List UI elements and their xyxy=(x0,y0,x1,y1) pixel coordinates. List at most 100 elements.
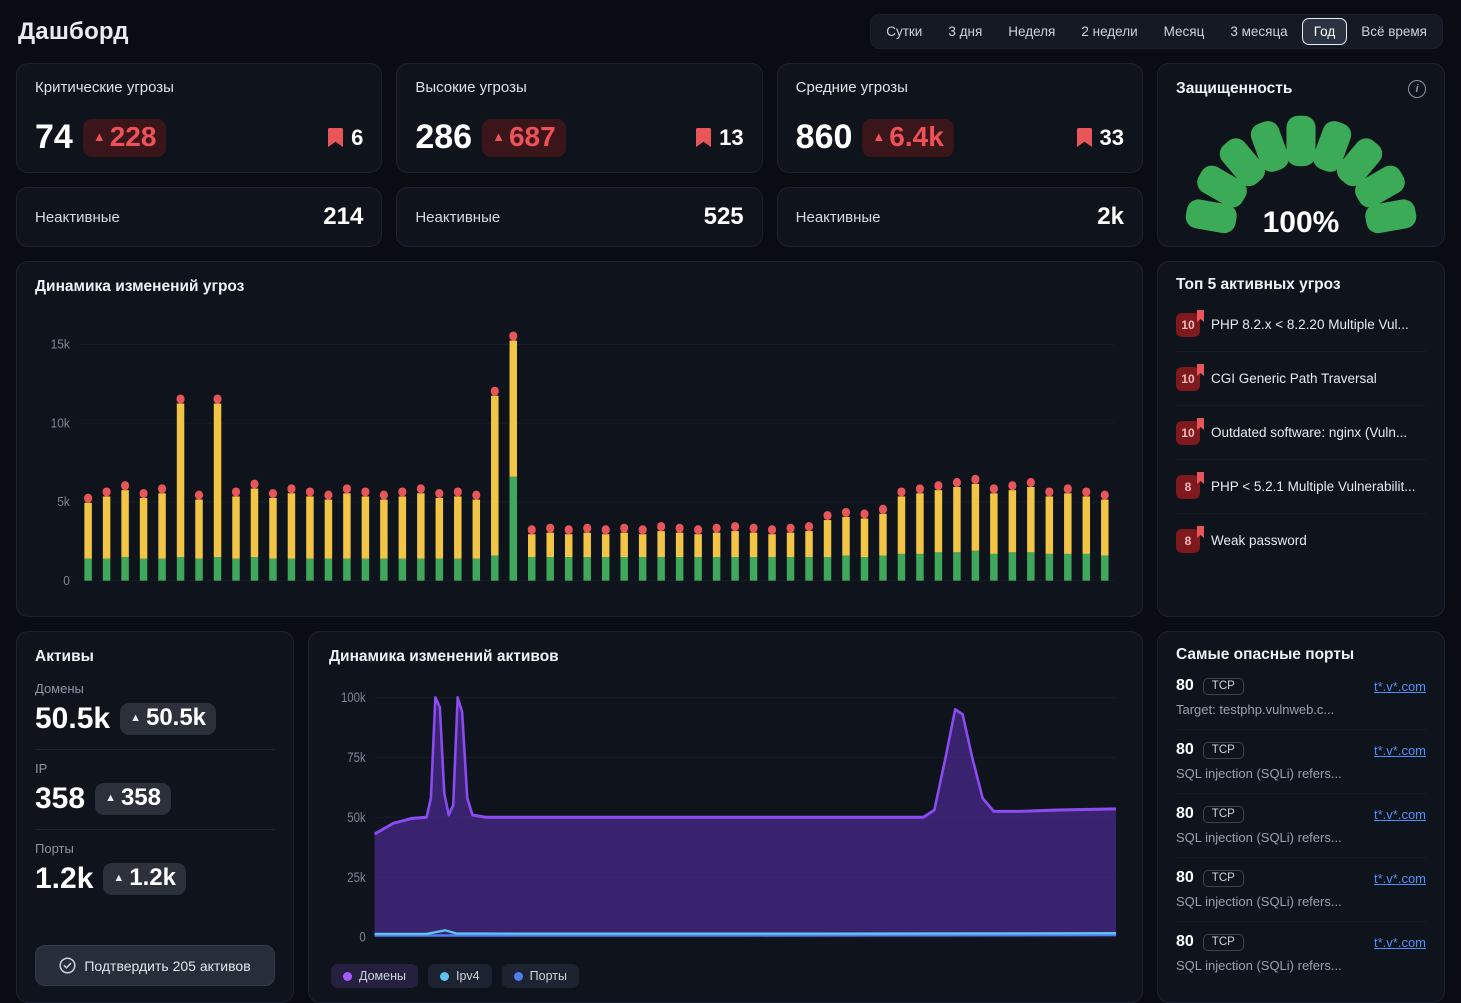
legend-dot xyxy=(514,972,523,981)
time-tab[interactable]: 2 недели xyxy=(1069,18,1149,45)
legend-item-ipv4[interactable]: Ipv4 xyxy=(428,964,492,988)
delta-value: 1.2k xyxy=(129,864,176,892)
asset-value: 1.2k xyxy=(35,862,93,896)
time-tab[interactable]: Неделя xyxy=(996,18,1067,45)
threat-count: 74 xyxy=(35,118,73,157)
high-threats-card[interactable]: Высокие угрозы 286 ▲687 13 xyxy=(396,63,762,173)
target-link[interactable]: t*.v*.com xyxy=(1374,807,1426,822)
card-title: Критические угрозы xyxy=(35,79,363,96)
time-tab[interactable]: Всё время xyxy=(1349,18,1439,45)
delta-value: 228 xyxy=(110,121,157,153)
svg-text:25k: 25k xyxy=(347,870,366,885)
delta-badge: ▲687 xyxy=(482,119,566,157)
port-number: 80 xyxy=(1176,869,1194,887)
svg-text:5k: 5k xyxy=(57,495,70,509)
assets-area-chart: 025k50k75k100k xyxy=(329,674,1122,958)
time-range-tabs: Сутки 3 дня Неделя 2 недели Месяц 3 меся… xyxy=(870,14,1443,49)
time-tab[interactable]: Сутки xyxy=(874,18,934,45)
threat-list-item[interactable]: 8 Weak password xyxy=(1176,514,1426,567)
bookmark-group[interactable]: 33 xyxy=(1076,125,1124,151)
bookmark-icon xyxy=(1196,472,1205,484)
page-title: Дашборд xyxy=(18,18,129,46)
threat-count-badge: 10 xyxy=(1176,421,1200,445)
bookmark-icon xyxy=(1196,418,1205,430)
target-link[interactable]: t*.v*.com xyxy=(1374,679,1426,694)
asset-group-ports: Порты 1.2k ▲1.2k xyxy=(35,830,275,909)
threat-name: PHP < 5.2.1 Multiple Vulnerabilit... xyxy=(1211,479,1415,494)
top-bar: Дашборд Сутки 3 дня Неделя 2 недели Меся… xyxy=(18,14,1443,49)
port-number: 80 xyxy=(1176,933,1194,951)
protocol-chip: TCP xyxy=(1203,678,1244,695)
threat-list-item[interactable]: 10 Outdated software: nginx (Vuln... xyxy=(1176,406,1426,460)
protocol-chip: TCP xyxy=(1203,934,1244,951)
bookmark-group[interactable]: 6 xyxy=(327,125,363,151)
card-title: Высокие угрозы xyxy=(415,79,743,96)
chart-title: Динамика изменений активов xyxy=(329,648,1122,666)
port-number: 80 xyxy=(1176,741,1194,759)
port-description: SQL injection (SQLi) refers... xyxy=(1176,894,1426,909)
dangerous-ports-card: Самые опасные порты 80 TCP t*.v*.com Tar… xyxy=(1157,631,1445,1003)
threats-dynamics-card: Динамика изменений угроз 05k10k15k xyxy=(16,261,1143,617)
asset-value: 50.5k xyxy=(35,702,110,736)
time-tab[interactable]: Год xyxy=(1302,18,1348,45)
threat-count-badge: 10 xyxy=(1176,313,1200,337)
inactive-medium-card[interactable]: Неактивные 2k xyxy=(777,187,1143,247)
bookmark-icon xyxy=(1196,364,1205,376)
target-link[interactable]: t*.v*.com xyxy=(1374,935,1426,950)
port-row[interactable]: 80 TCP t*.v*.com SQL injection (SQLi) re… xyxy=(1176,794,1426,858)
bookmark-count: 33 xyxy=(1100,125,1124,151)
port-number: 80 xyxy=(1176,805,1194,823)
svg-text:100k: 100k xyxy=(341,690,366,705)
area-chart-svg: 025k50k75k100k xyxy=(329,674,1122,958)
confirm-assets-button[interactable]: Подтвердить 205 активов xyxy=(35,945,275,986)
threat-name: Outdated software: nginx (Vuln... xyxy=(1211,425,1407,440)
inactive-high-card[interactable]: Неактивные 525 xyxy=(396,187,762,247)
port-description: Target: testphp.vulnweb.c... xyxy=(1176,702,1426,717)
port-row[interactable]: 80 TCP t*.v*.com Target: testphp.vulnweb… xyxy=(1176,666,1426,730)
delta-badge: ▲ 50.5k xyxy=(120,703,216,735)
delta-value: 50.5k xyxy=(146,704,206,732)
legend-dot xyxy=(343,972,352,981)
info-icon[interactable]: i xyxy=(1408,80,1426,98)
arrow-up-icon: ▲ xyxy=(872,130,885,143)
svg-text:10k: 10k xyxy=(51,416,71,430)
legend-item-domains[interactable]: Домены xyxy=(331,964,418,988)
time-tab[interactable]: 3 месяца xyxy=(1218,18,1299,45)
bookmark-icon xyxy=(1076,127,1093,148)
port-number: 80 xyxy=(1176,677,1194,695)
port-row[interactable]: 80 TCP t*.v*.com SQL injection (SQLi) re… xyxy=(1176,922,1426,985)
time-tab[interactable]: 3 дня xyxy=(936,18,994,45)
assets-dynamics-card: Динамика изменений активов 025k50k75k100… xyxy=(308,631,1143,1003)
bookmark-icon xyxy=(1196,526,1205,538)
card-title: Защищенность xyxy=(1176,80,1292,98)
threat-list-item[interactable]: 10 PHP 8.2.x < 8.2.20 Multiple Vul... xyxy=(1176,298,1426,352)
port-row[interactable]: 80 TCP t*.v*.com SQL injection (SQLi) re… xyxy=(1176,858,1426,922)
arrow-up-icon: ▲ xyxy=(130,713,141,724)
inactive-label: Неактивные xyxy=(796,209,881,226)
bookmark-count: 6 xyxy=(351,125,363,151)
delta-value: 358 xyxy=(121,784,161,812)
chart-legend: Домены Ipv4 Порты xyxy=(329,958,1122,990)
target-link[interactable]: t*.v*.com xyxy=(1374,743,1426,758)
port-row[interactable]: 80 TCP t*.v*.com SQL injection (SQLi) re… xyxy=(1176,730,1426,794)
protocol-chip: TCP xyxy=(1203,806,1244,823)
threat-list-item[interactable]: 8 PHP < 5.2.1 Multiple Vulnerabilit... xyxy=(1176,460,1426,514)
bookmark-group[interactable]: 13 xyxy=(695,125,743,151)
port-description: SQL injection (SQLi) refers... xyxy=(1176,830,1426,845)
threat-list-item[interactable]: 10 CGI Generic Path Traversal xyxy=(1176,352,1426,406)
medium-threats-card[interactable]: Средние угрозы 860 ▲6.4k 33 xyxy=(777,63,1143,173)
top-threats-card: Топ 5 активных угроз 10 PHP 8.2.x < 8.2.… xyxy=(1157,261,1445,617)
legend-item-ports[interactable]: Порты xyxy=(502,964,579,988)
arrow-up-icon: ▲ xyxy=(113,873,124,884)
card-title: Топ 5 активных угроз xyxy=(1176,276,1426,294)
security-gauge: 100% xyxy=(1176,108,1426,236)
critical-threats-card[interactable]: Критические угрозы 74 ▲228 6 xyxy=(16,63,382,173)
threat-name: CGI Generic Path Traversal xyxy=(1211,371,1377,386)
asset-group-ip: IP 358 ▲358 xyxy=(35,750,275,830)
inactive-critical-card[interactable]: Неактивные 214 xyxy=(16,187,382,247)
card-title: Средние угрозы xyxy=(796,79,1124,96)
target-link[interactable]: t*.v*.com xyxy=(1374,871,1426,886)
time-tab[interactable]: Месяц xyxy=(1152,18,1217,45)
protocol-chip: TCP xyxy=(1203,742,1244,759)
delta-badge: ▲358 xyxy=(95,783,171,815)
